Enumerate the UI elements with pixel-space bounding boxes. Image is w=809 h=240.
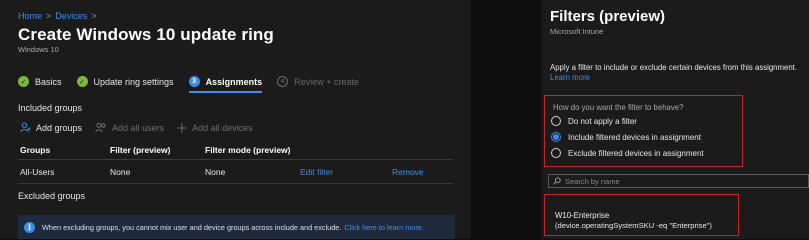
add-all-users-label: Add all users [112,122,165,133]
flyout-title: Filters (preview) [550,8,666,25]
add-groups-label: Add groups [36,122,83,133]
filter-rule: (device.operatingSystemSKU -eq "Enterpri… [555,221,712,230]
step-review-create[interactable]: 4 Review + create [277,76,359,87]
radio-include-filtered[interactable]: Include filtered devices in assignment [551,132,701,142]
info-icon: i [24,221,35,233]
info-banner: i When excluding groups, you cannot mix … [18,215,455,239]
plus-icon [177,123,187,132]
overlay-backdrop [471,0,541,239]
filters-flyout: Filters (preview) Microsoft Intune Apply… [541,0,809,239]
radio-button[interactable] [551,148,561,158]
update-ring-blade: Home > Devices > Create Windows 10 updat… [0,0,471,239]
column-header: Groups [20,144,51,155]
included-toolbar: Add groups Add all users Add all devices [20,122,253,133]
radio-label: Do not apply a filter [568,116,637,126]
add-user-icon [20,122,31,133]
step-label: Basics [35,76,62,87]
column-header: Filter mode (preview) [205,144,291,155]
breadcrumb-devices[interactable]: Devices [55,11,87,21]
excluded-groups-heading: Excluded groups [18,191,86,201]
breadcrumb-separator: > [46,11,52,21]
filter-mode-cell: None [205,166,226,177]
table-row: All-Users None None Edit filter Remove [18,160,453,184]
users-icon [95,122,106,133]
breadcrumb-separator: > [91,11,97,21]
radio-label: Exclude filtered devices in assignment [568,148,704,158]
included-groups-table: Groups Filter (preview) Filter mode (pre… [18,140,453,184]
step-number-icon: 3 [188,76,200,87]
checkmark-icon: ✓ [18,76,29,87]
step-basics[interactable]: ✓ Basics [18,76,62,87]
add-all-devices-label: Add all devices [192,122,253,133]
filter-cell: None [110,166,131,177]
step-label: Assignments [205,76,263,87]
flyout-subtitle: Microsoft Intune [550,27,604,36]
step-label: Update ring settings [93,76,174,87]
step-label: Review + create [294,76,359,87]
search-icon [553,177,561,185]
radio-button-selected[interactable] [551,132,561,142]
radio-exclude-filtered[interactable]: Exclude filtered devices in assignment [551,148,704,158]
page-title: Create Windows 10 update ring [18,25,274,44]
filter-search-box [548,174,809,188]
add-groups-button[interactable]: Add groups [20,122,82,133]
wizard-steps: ✓ Basics ✓ Update ring settings 3 Assign… [18,76,374,93]
filter-behavior-group: How do you want the filter to behave? Do… [544,95,743,167]
filter-name: W10-Enterprise [555,211,610,220]
radio-label: Include filtered devices in assignment [568,132,701,142]
add-all-users-button[interactable]: Add all users [95,122,164,133]
remove-link[interactable]: Remove [392,167,453,177]
info-text: When excluding groups, you cannot mix us… [42,222,342,232]
learn-more-link[interactable]: Click here to learn more. [344,223,424,232]
group-name-cell: All-Users [20,166,55,177]
step-assignments[interactable]: 3 Assignments [188,76,263,93]
search-input[interactable] [565,176,785,186]
edit-filter-link[interactable]: Edit filter [300,167,392,177]
step-number-icon: 4 [277,76,289,87]
column-header: Filter (preview) [110,144,171,155]
learn-more-link[interactable]: Learn more [550,73,590,82]
page-subtitle: Windows 10 [18,45,59,54]
breadcrumb: Home > Devices > [18,11,97,21]
step-update-ring-settings[interactable]: ✓ Update ring settings [76,76,174,87]
flyout-description: Apply a filter to include or exclude cer… [550,63,798,72]
radio-button[interactable] [551,116,561,126]
filter-behavior-question: How do you want the filter to behave? [553,103,684,112]
more-options-button[interactable]: ··· [244,26,256,40]
filter-list-item[interactable]: W10-Enterprise (device.operatingSystemSK… [544,194,739,236]
radio-do-not-apply[interactable]: Do not apply a filter [551,116,637,126]
checkmark-icon: ✓ [76,76,88,87]
add-all-devices-button[interactable]: Add all devices [177,123,253,133]
included-groups-heading: Included groups [18,103,83,113]
table-header: Groups Filter (preview) Filter mode (pre… [18,140,453,160]
breadcrumb-home[interactable]: Home [18,11,42,21]
